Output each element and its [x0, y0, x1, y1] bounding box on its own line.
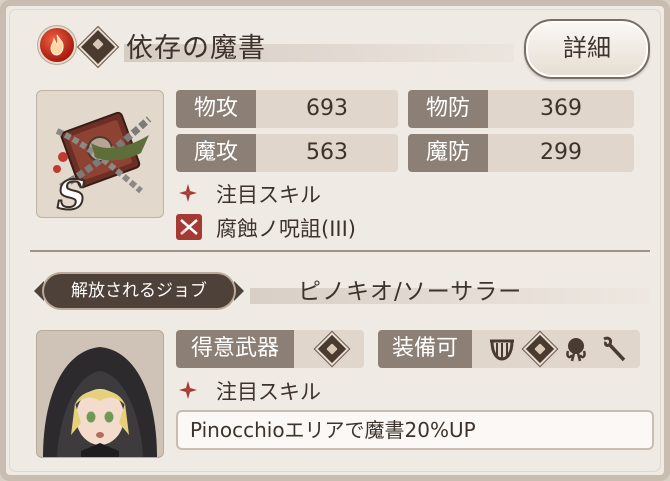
unlock-job-tag: 解放されるジョブ [32, 274, 246, 308]
stat-value: 693 [306, 96, 348, 121]
stat-label: 物攻 [176, 90, 256, 128]
featured-skill-icon [179, 381, 197, 399]
stat-mag-def: 魔防 299 [408, 134, 634, 172]
equippable-label: 装備可 [378, 330, 472, 368]
stat-label: 魔防 [408, 134, 488, 172]
stat-label: 魔攻 [176, 134, 256, 172]
chained-tome-icon: S [53, 111, 152, 217]
stat-phys-def: 物防 369 [408, 90, 634, 128]
featured-skill-icon [179, 184, 197, 202]
item-title: 依存の魔書 [126, 33, 266, 64]
curse-skill-label[interactable]: 腐蝕ノ呪詛(III) [216, 213, 356, 243]
section-divider [30, 250, 650, 252]
favored-weapon-box: 得意武器 [176, 330, 364, 368]
job-name: ピノキオ/ソーサラー [298, 279, 523, 305]
stat-mag-atk: 魔攻 563 [176, 134, 398, 172]
weapon-detail-panel: 依存の魔書 詳細 S 物攻 693 物防 369 魔攻 563 魔防 299 注… [0, 0, 670, 481]
featured-skill-label: 注目スキル [216, 183, 321, 207]
job-featured-skill-label: 注目スキル [216, 380, 321, 404]
fire-element-icon [40, 28, 74, 62]
unlock-job-tag-label: 解放されるジョブ [71, 281, 207, 301]
character-portrait [36, 330, 164, 458]
rank-badge: S [57, 172, 86, 217]
stat-phys-atk: 物攻 693 [176, 90, 398, 128]
job-skill-description: Pinocchioエリアで魔書20%UP [176, 410, 654, 450]
staff-icon [603, 336, 626, 362]
detail-button[interactable]: 詳細 [524, 19, 650, 79]
equippable-box: 装備可 [378, 330, 640, 368]
tome-icon [315, 332, 349, 366]
item-portrait: S [36, 90, 164, 218]
stat-value: 563 [306, 140, 348, 165]
stat-value: 299 [540, 140, 582, 165]
favored-weapon-label: 得意武器 [176, 330, 294, 368]
harp-icon [490, 339, 514, 361]
tome-icon [523, 332, 557, 366]
stat-label: 物防 [408, 90, 488, 128]
curse-icon [176, 214, 202, 240]
stat-value: 369 [540, 96, 582, 121]
orb-icon [566, 338, 586, 362]
tome-category-icon [78, 27, 118, 67]
